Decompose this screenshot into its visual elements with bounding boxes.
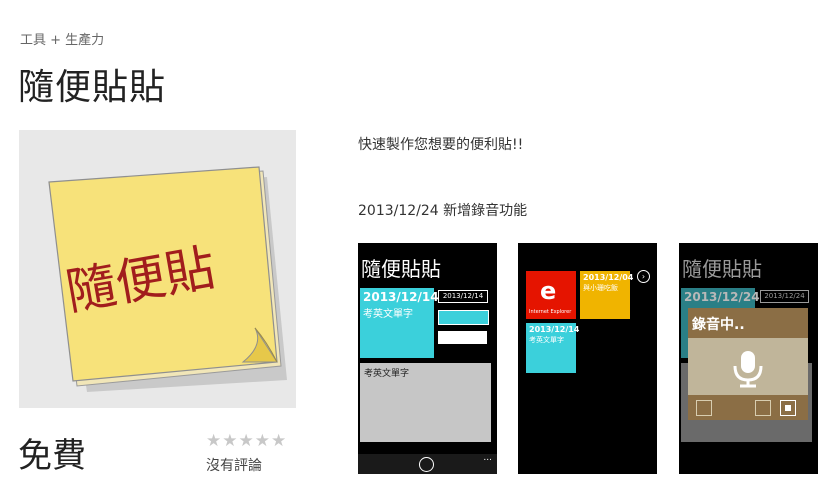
- tile-date: 2013/12/14: [529, 325, 580, 334]
- tile-date: 2013/12/04: [583, 273, 634, 282]
- app-bar: ...: [358, 453, 497, 474]
- update-note: 2013/12/24 新增錄音功能: [358, 203, 528, 219]
- recording-dialog-body: [688, 338, 808, 395]
- price: 免費: [18, 436, 86, 476]
- note-tile-orange: 2013/12/04 與小珊吃飯: [580, 271, 634, 319]
- tile-text: 考英文單字: [363, 309, 413, 320]
- recording-text: 錄音中..: [692, 317, 745, 333]
- screenshot-2[interactable]: e Internet Explorer 2013/12/04 與小珊吃飯 › 2…: [518, 243, 657, 474]
- tile-text: 與小珊吃飯: [583, 284, 618, 292]
- arrow-right-icon[interactable]: ›: [637, 270, 650, 283]
- microphone-icon: [733, 351, 763, 388]
- color-option-blue[interactable]: [438, 310, 489, 325]
- more-icon[interactable]: ...: [483, 453, 492, 463]
- recording-dialog-footer: [688, 395, 808, 420]
- date-field[interactable]: 2013/12/14: [438, 290, 488, 303]
- note-tile: 2013/12/14 考英文單字: [526, 323, 580, 373]
- note-text: 考英文單字: [364, 369, 410, 379]
- rating-stars: ★★★★★: [206, 431, 288, 451]
- ie-icon: e: [540, 277, 557, 305]
- app-icon: 隨便貼: [19, 130, 296, 408]
- pin-icon[interactable]: [419, 457, 434, 472]
- rating-text[interactable]: 沒有評論: [206, 455, 262, 475]
- checkbox-icon[interactable]: [696, 400, 712, 416]
- screenshot-3[interactable]: 隨便貼貼 2013/12/24 2013/12/24 錄音中..: [679, 243, 818, 474]
- ie-tile: e Internet Explorer: [526, 271, 576, 319]
- screenshot-1[interactable]: 隨便貼貼 2013/12/14 考英文單字 2013/12/14 考英文單字 .…: [358, 243, 497, 474]
- page-title: 隨便貼貼: [18, 67, 167, 108]
- recording-dialog-header: 錄音中..: [688, 308, 808, 338]
- tile-text: 考英文單字: [529, 336, 564, 344]
- tile-date: 2013/12/14: [363, 290, 439, 304]
- tile-date: 2013/12/24: [684, 290, 760, 304]
- app-description: 快速製作您想要的便利貼!!: [358, 137, 524, 153]
- ie-label: Internet Explorer: [529, 309, 572, 315]
- breadcrumb[interactable]: 工具 + 生產力: [20, 29, 104, 48]
- note-textarea[interactable]: 考英文單字: [360, 363, 491, 442]
- stop-icon: [785, 405, 791, 411]
- stop-button[interactable]: [780, 400, 796, 416]
- screenshot-title: 隨便貼貼: [361, 257, 441, 281]
- screenshot-title: 隨便貼貼: [682, 257, 762, 281]
- note-tile: 2013/12/14 考英文單字: [360, 288, 439, 358]
- color-option-white[interactable]: [438, 331, 487, 344]
- checkbox-icon[interactable]: [755, 400, 771, 416]
- date-field[interactable]: 2013/12/24: [760, 290, 809, 303]
